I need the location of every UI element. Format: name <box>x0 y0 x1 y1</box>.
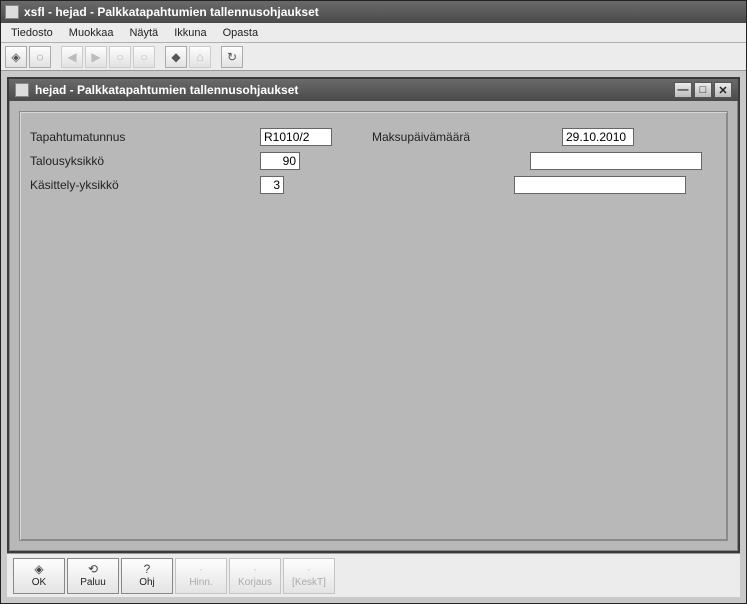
input-tapahtumatunnus[interactable] <box>260 128 332 146</box>
minimize-button[interactable]: — <box>674 82 692 98</box>
input-maksupaiva[interactable] <box>562 128 634 146</box>
input-talousyksikko[interactable] <box>260 152 300 170</box>
toolbar: ◈ ◌ ◀ ▶ ○ ○ ◆ ⌂ ↻ <box>1 43 746 71</box>
outer-window-title: xsfl - hejad - Palkkatapahtumien tallenn… <box>24 5 319 19</box>
input-extra1[interactable] <box>530 152 702 170</box>
ohj-label: Ohj <box>139 577 155 588</box>
menu-help[interactable]: Opasta <box>215 25 266 41</box>
ohj-icon: ? <box>144 563 151 576</box>
maximize-button[interactable]: □ <box>694 82 712 98</box>
label-kasittely: Käsittely-yksikkö <box>30 178 260 192</box>
button-bar: ◈ OK ⟲ Paluu ? Ohj · Hinn. · Korjaus · [… <box>7 553 740 597</box>
hinn-button[interactable]: · Hinn. <box>175 558 227 594</box>
keskt-label: [KeskT] <box>292 577 326 588</box>
toolbar-refresh-icon[interactable]: ↻ <box>221 46 243 68</box>
mdi-area: hejad - Palkkatapahtumien tallennusohjau… <box>1 71 746 603</box>
ohj-button[interactable]: ? Ohj <box>121 558 173 594</box>
korjaus-icon: · <box>253 563 257 576</box>
ok-label: OK <box>32 577 46 588</box>
inner-titlebar: hejad - Palkkatapahtumien tallennusohjau… <box>9 79 738 101</box>
toolbar-btn-5[interactable]: ○ <box>109 46 131 68</box>
paluu-label: Paluu <box>80 577 106 588</box>
toolbar-btn-2[interactable]: ◌ <box>29 46 51 68</box>
toolbar-btn-1[interactable]: ◈ <box>5 46 27 68</box>
menu-view[interactable]: Näytä <box>121 25 166 41</box>
inner-window: hejad - Palkkatapahtumien tallennusohjau… <box>7 77 740 553</box>
input-extra2[interactable] <box>514 176 686 194</box>
outer-window: xsfl - hejad - Palkkatapahtumien tallenn… <box>0 0 747 604</box>
close-button[interactable]: ✕ <box>714 82 732 98</box>
label-talousyksikko: Talousyksikkö <box>30 154 260 168</box>
toolbar-btn-8[interactable]: ⌂ <box>189 46 211 68</box>
hinn-icon: · <box>199 563 203 576</box>
menu-window[interactable]: Ikkuna <box>166 25 214 41</box>
ok-button[interactable]: ◈ OK <box>13 558 65 594</box>
app-icon <box>5 5 19 19</box>
toolbar-btn-6[interactable]: ○ <box>133 46 155 68</box>
label-maksupaiva: Maksupäivämäärä <box>372 130 562 144</box>
toolbar-back-icon[interactable]: ◀ <box>61 46 83 68</box>
keskt-button[interactable]: · [KeskT] <box>283 558 335 594</box>
menu-file[interactable]: Tiedosto <box>3 25 61 41</box>
toolbar-btn-7[interactable]: ◆ <box>165 46 187 68</box>
paluu-button[interactable]: ⟲ Paluu <box>67 558 119 594</box>
korjaus-button[interactable]: · Korjaus <box>229 558 281 594</box>
outer-titlebar: xsfl - hejad - Palkkatapahtumien tallenn… <box>1 1 746 23</box>
inner-window-title: hejad - Palkkatapahtumien tallennusohjau… <box>35 83 298 97</box>
menubar: Tiedosto Muokkaa Näytä Ikkuna Opasta <box>1 23 746 43</box>
menu-edit[interactable]: Muokkaa <box>61 25 122 41</box>
ok-icon: ◈ <box>34 563 43 576</box>
toolbar-forward-icon[interactable]: ▶ <box>85 46 107 68</box>
hinn-label: Hinn. <box>189 577 212 588</box>
korjaus-label: Korjaus <box>238 577 272 588</box>
keskt-icon: · <box>307 563 311 576</box>
input-kasittely[interactable] <box>260 176 284 194</box>
label-tapahtumatunnus: Tapahtumatunnus <box>30 130 260 144</box>
form-panel: Tapahtumatunnus Maksupäivämäärä Talousyk… <box>19 111 728 541</box>
inner-window-icon <box>15 83 29 97</box>
paluu-icon: ⟲ <box>88 563 98 576</box>
